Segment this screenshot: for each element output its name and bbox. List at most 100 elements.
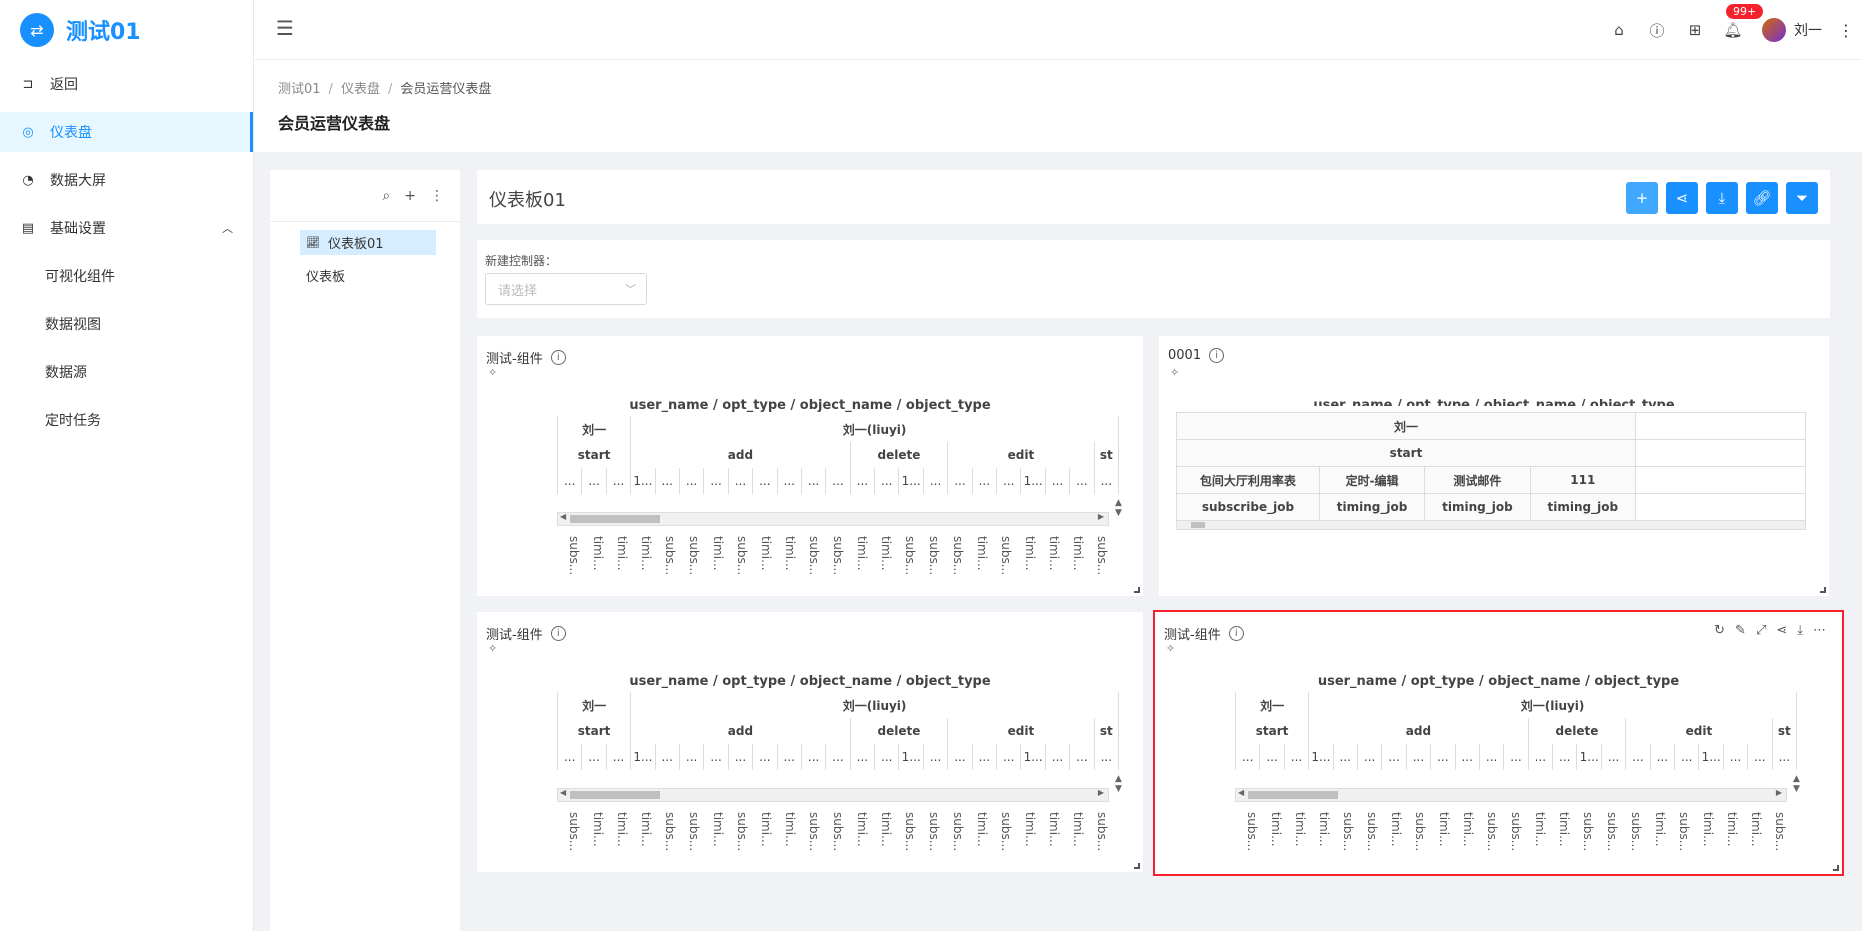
pivot-cell: ... [1259, 744, 1285, 770]
pivot-cell: ... [581, 468, 607, 494]
resize-handle[interactable] [1134, 863, 1140, 869]
pivot-table: 刘一 刘一(liuyi) start add delete edit st .......… [556, 416, 1120, 494]
sidebar-item-dataview[interactable]: 数据视图 [0, 304, 253, 344]
pivot-cell: ... [556, 468, 583, 494]
chart-widget-card[interactable]: 测试-组件 i ✧ ↻ ✎ ⤢ ⋖ ⤓ ⋯ user_name / opt_typ… [1153, 610, 1844, 876]
column-label: subs... [999, 812, 1013, 852]
download-icon[interactable]: ⤓ [1797, 623, 1803, 638]
pivot-cell: ... [678, 744, 705, 770]
column-label: subs... [903, 812, 917, 852]
chevron-up-icon: ︿ [222, 222, 233, 235]
sidebar-item-settings[interactable]: ▤ 基础设置 ︿ [0, 208, 253, 248]
column-label: subs... [1581, 812, 1595, 852]
pivot-cell: 1... [1308, 744, 1334, 770]
horizontal-scrollbar[interactable]: ◀ ▶ [557, 788, 1109, 802]
sidebar-item-dashboard[interactable]: ◎ 仪表盘 [0, 112, 253, 152]
refresh-icon[interactable]: ↻ [1714, 623, 1725, 638]
column-label: subs... [1677, 812, 1691, 852]
column-labels: subs... timi... timi... timi... subs... subs.… [557, 812, 1109, 862]
pie-icon: ◔ [22, 172, 34, 188]
vertical-scroll-arrows[interactable]: ▲ ▼ [1115, 498, 1122, 518]
sidebar-item-back[interactable]: ⊐ 返回 [0, 64, 253, 104]
info-icon[interactable]: i [550, 626, 566, 641]
avatar[interactable] [1762, 18, 1786, 42]
filter-button[interactable]: ⏷ [1786, 182, 1818, 214]
chevron-down-icon: ﹀ [625, 283, 636, 296]
pivot-cell: ... [752, 468, 778, 494]
breadcrumb-item[interactable]: 测试01 [278, 82, 321, 97]
resize-handle[interactable] [1134, 587, 1140, 593]
column-label: timi... [615, 812, 629, 847]
pin-icon[interactable]: ✧ [1170, 366, 1179, 379]
fullscreen-icon[interactable]: ⤢ [1756, 623, 1766, 638]
share-icon[interactable]: ⋖ [1776, 623, 1787, 638]
link-button[interactable]: 🔗︎ [1746, 182, 1778, 214]
pivot-cell: 1... [1698, 744, 1724, 770]
vertical-scroll-arrows[interactable]: ▲ ▼ [1115, 774, 1122, 794]
help-icon[interactable]: ⓘ [1638, 20, 1676, 41]
chart-widget-card[interactable]: 测试-组件 i ✧ user_name / opt_type / object_n… [477, 612, 1143, 872]
pivot-cell: ... [556, 744, 583, 770]
horizontal-scrollbar[interactable] [1176, 520, 1806, 530]
tree-node[interactable]: 仪表板 [300, 263, 436, 288]
column-label: timi... [1071, 812, 1085, 847]
horizontal-scrollbar[interactable]: ◀ ▶ [1235, 788, 1787, 802]
pivot-cell: ... [1722, 744, 1749, 770]
pivot-header: start [1234, 718, 1310, 744]
sidebar-item-schedule[interactable]: 定时任务 [0, 400, 253, 440]
more-vertical-icon[interactable]: ⋮ [1838, 21, 1854, 40]
menu-fold-icon[interactable]: ☰ [276, 16, 294, 40]
sidebar-item-datasource[interactable]: 数据源 [0, 352, 253, 392]
pivot-header: 刘一 [556, 416, 632, 442]
pivot-cell: timing_job [1424, 493, 1531, 521]
chart-widget-card[interactable]: 测试-组件 i ✧ user_name / opt_type / object_n… [477, 336, 1143, 596]
column-label: timi... [1725, 812, 1739, 847]
column-labels: subs... timi... timi... timi... subs... subs.… [557, 536, 1109, 586]
pivot-title: user_name / opt_type / object_name / obj… [629, 398, 991, 413]
pivot-cell: ... [727, 468, 754, 494]
add-widget-button[interactable]: + [1626, 182, 1658, 214]
bell-icon[interactable]: 🔔︎ 99+ [1714, 4, 1764, 39]
settings-icon: ▤ [21, 220, 35, 236]
page-header: 测试01/仪表盘 / 会员运营仪表盘 会员运营仪表盘 [254, 60, 1862, 152]
pivot-cell: ... [1527, 744, 1554, 770]
add-icon[interactable]: + [404, 188, 416, 204]
info-icon[interactable]: i [550, 350, 566, 365]
controller-select[interactable]: 请选择 ﹀ [485, 273, 647, 305]
edit-icon[interactable]: ✎ [1735, 623, 1746, 638]
pin-icon[interactable]: ✧ [488, 642, 497, 655]
pivot-header: start [556, 718, 632, 744]
info-icon[interactable]: i [1209, 348, 1225, 363]
breadcrumb-item[interactable]: 仪表盘 [341, 82, 380, 97]
horizontal-scrollbar[interactable]: ◀ ▶ [557, 512, 1109, 526]
column-label: timi... [1047, 812, 1061, 847]
user-name[interactable]: 刘一 [1794, 20, 1822, 40]
pivot-header: add [1308, 718, 1529, 744]
column-label: timi... [1293, 812, 1307, 847]
app-title: 测试01 [66, 20, 141, 45]
sidebar-item-widgets[interactable]: 可视化组件 [0, 256, 253, 296]
more-vertical-icon[interactable]: ⋮ [430, 188, 444, 204]
share-button[interactable]: ⋖ [1666, 182, 1698, 214]
pivot-cell: ... [849, 744, 876, 770]
info-icon[interactable]: i [1228, 626, 1244, 641]
pivot-cell: ... [1625, 744, 1651, 770]
pin-icon[interactable]: ✧ [488, 366, 497, 379]
download-button[interactable]: ⤓ [1706, 182, 1738, 214]
sidebar-item-bigscreen[interactable]: ◔ 数据大屏 [0, 160, 253, 200]
search-icon[interactable]: ⌕ [382, 188, 390, 204]
resize-handle[interactable] [1820, 587, 1826, 593]
more-icon[interactable]: ⋯ [1813, 623, 1826, 638]
tree-node[interactable]: 📈︎ 仪表板01 [300, 230, 436, 255]
pivot-cell: ... [703, 744, 729, 770]
apps-icon[interactable]: ⊞ [1676, 21, 1714, 39]
column-label: timi... [759, 536, 773, 571]
home-icon[interactable]: ⌂ [1600, 21, 1638, 39]
vertical-scroll-arrows[interactable]: ▲ ▼ [1793, 774, 1800, 794]
app-logo[interactable]: ⇄ 测试01 [0, 0, 253, 60]
pivot-cell: ... [1771, 744, 1798, 770]
pin-icon[interactable]: ✧ [1166, 642, 1175, 655]
column-label: subs... [663, 812, 677, 852]
chart-widget-card[interactable]: 0001 i ✧ user_name / opt_type / object_nam… [1159, 336, 1829, 596]
resize-handle[interactable] [1833, 865, 1839, 871]
